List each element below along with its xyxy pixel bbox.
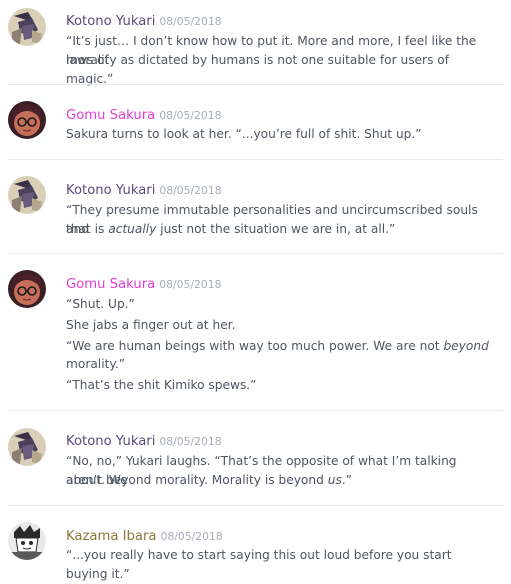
kotono-avatar-icon[interactable] <box>8 176 46 214</box>
message-header: Kazama Ibara 08/05/2018 <box>66 525 223 544</box>
chat-log: Kotono Yukari 08/05/2018 “It’s just… I do… <box>0 0 511 581</box>
author-name[interactable]: Kotono Yukari <box>66 183 155 198</box>
message-line: aren’t beyond morality. Morality is beyo… <box>66 473 352 487</box>
message-divider <box>8 159 503 160</box>
message-divider <box>8 84 503 85</box>
message-line: “That’s the shit Kimiko spews.” <box>66 378 257 392</box>
author-name[interactable]: Kazama Ibara <box>66 529 156 544</box>
message-line: “We are human beings with way too much p… <box>66 339 489 353</box>
author-name[interactable]: Gomu Sakura <box>66 108 155 123</box>
message-divider <box>8 505 503 506</box>
message-line: Sakura turns to look at her. “...you’re … <box>66 127 422 141</box>
message-header: Gomu Sakura 08/05/2018 <box>66 104 222 123</box>
timestamp: 08/05/2018 <box>159 109 222 122</box>
gomu-avatar-icon[interactable] <box>8 101 46 139</box>
kazama-avatar-icon[interactable] <box>8 522 46 560</box>
message-line: She jabs a finger out at her. <box>66 318 236 332</box>
author-name[interactable]: Kotono Yukari <box>66 14 155 29</box>
kotono-avatar-icon[interactable] <box>8 428 46 466</box>
author-name[interactable]: Kotono Yukari <box>66 434 155 449</box>
message-divider <box>8 253 503 254</box>
message-line: morality.” <box>66 357 126 371</box>
message-header: Gomu Sakura 08/05/2018 <box>66 273 222 292</box>
message-line: “...you really have to start saying this… <box>66 548 452 581</box>
timestamp: 08/05/2018 <box>159 184 222 197</box>
timestamp: 08/05/2018 <box>159 15 222 28</box>
message-line: “Shut. Up.” <box>66 297 135 311</box>
message-header: Kotono Yukari 08/05/2018 <box>66 10 222 29</box>
timestamp: 08/05/2018 <box>159 278 222 291</box>
message-header: Kotono Yukari 08/05/2018 <box>66 430 222 449</box>
timestamp: 08/05/2018 <box>160 530 223 543</box>
author-name[interactable]: Gomu Sakura <box>66 277 155 292</box>
gomu-avatar-icon[interactable] <box>8 270 46 308</box>
kotono-avatar-icon[interactable] <box>8 8 46 46</box>
message-divider <box>8 410 503 411</box>
message-header: Kotono Yukari 08/05/2018 <box>66 179 222 198</box>
timestamp: 08/05/2018 <box>159 435 222 448</box>
message-line: that is actually just not the situation … <box>66 222 396 236</box>
